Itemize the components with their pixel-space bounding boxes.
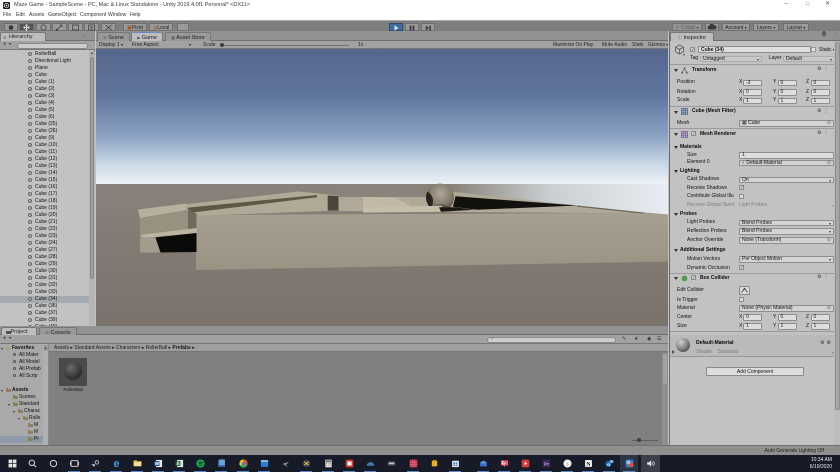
svg-text:W: W — [155, 461, 160, 467]
svg-text:N: N — [586, 462, 591, 468]
svg-text:♪: ♪ — [566, 462, 569, 468]
svg-text:o: o — [607, 463, 610, 468]
svg-text:e: e — [114, 459, 120, 468]
svg-text:Pr: Pr — [544, 462, 549, 468]
